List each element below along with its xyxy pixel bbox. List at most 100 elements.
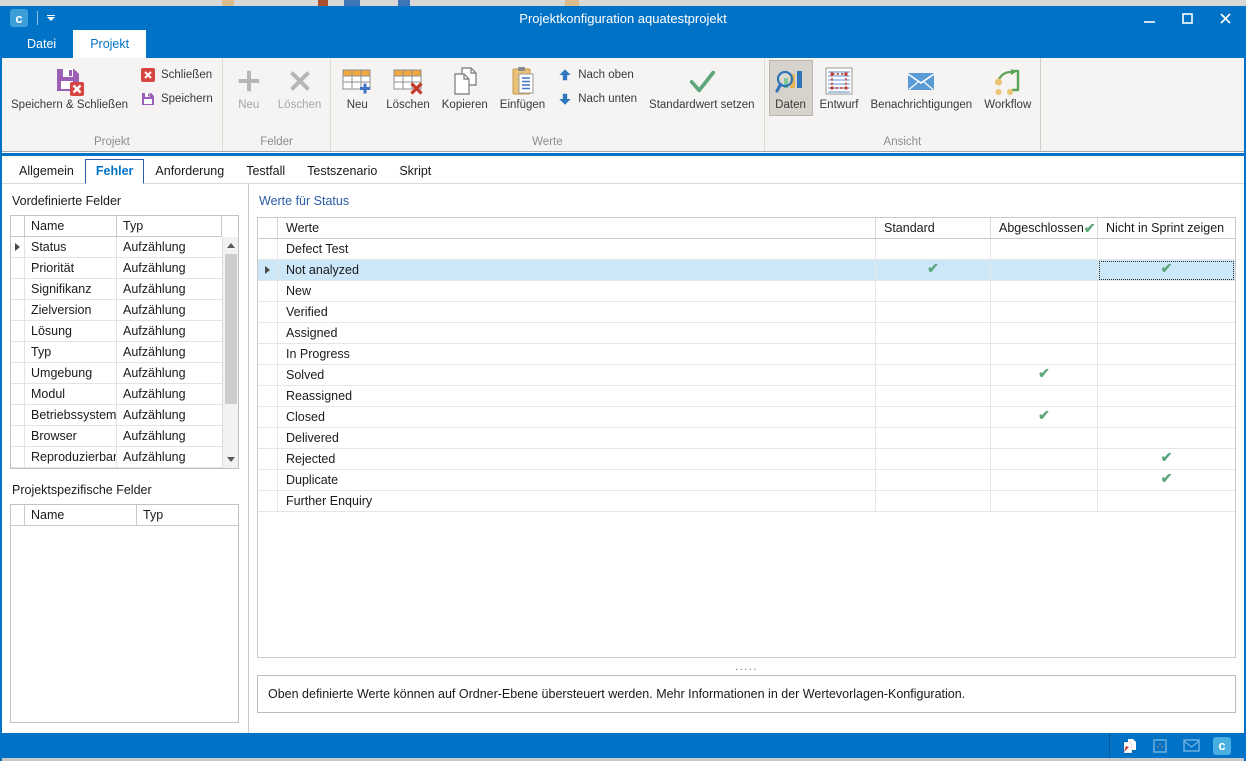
set-default-button[interactable]: Standardwert setzen xyxy=(644,60,759,116)
value-row[interactable]: In Progress xyxy=(258,344,1235,365)
standard-cell[interactable] xyxy=(876,449,991,470)
value-name-cell[interactable]: Further Enquiry xyxy=(278,491,876,512)
project-fields-empty-area[interactable] xyxy=(11,526,238,722)
nicht-in-sprint-cell[interactable] xyxy=(1098,344,1235,365)
field-typ-cell[interactable]: Aufzählung xyxy=(117,384,222,405)
value-name-cell[interactable]: Assigned xyxy=(278,323,876,344)
column-header-typ[interactable]: Typ xyxy=(117,216,222,237)
value-name-cell[interactable]: Reassigned xyxy=(278,386,876,407)
standard-cell[interactable] xyxy=(876,386,991,407)
field-name-cell[interactable]: Umgebung xyxy=(25,363,117,384)
status-envelope-icon[interactable] xyxy=(1182,737,1200,755)
field-typ-cell[interactable]: Aufzählung xyxy=(117,447,222,468)
abgeschlossen-cell[interactable] xyxy=(991,281,1098,302)
field-row[interactable]: TypAufzählung xyxy=(11,342,222,363)
save-project-button[interactable]: Speichern xyxy=(140,91,213,107)
abgeschlossen-cell[interactable] xyxy=(991,386,1098,407)
view-entwurf-button[interactable]: Entwurf xyxy=(815,60,864,116)
field-row[interactable]: BetriebssystemAufzählung xyxy=(11,405,222,426)
column-header-typ[interactable]: Typ xyxy=(137,505,238,526)
close-project-button[interactable]: Schließen xyxy=(140,67,213,83)
nicht-in-sprint-cell[interactable]: ✔ xyxy=(1098,449,1235,470)
field-row[interactable]: StatusAufzählung xyxy=(11,237,222,258)
abgeschlossen-cell[interactable]: ✔ xyxy=(991,365,1098,386)
column-header-standard[interactable]: Standard xyxy=(876,218,991,239)
value-row[interactable]: Duplicate✔ xyxy=(258,470,1235,491)
view-daten-button[interactable]: Daten xyxy=(769,60,813,116)
field-typ-cell[interactable]: Aufzählung xyxy=(117,300,222,321)
status-copy-pages-icon[interactable] xyxy=(1120,737,1138,755)
value-name-cell[interactable]: Delivered xyxy=(278,428,876,449)
field-name-cell[interactable]: Zielversion xyxy=(25,300,117,321)
view-notifications-button[interactable]: Benachrichtigungen xyxy=(866,60,978,116)
field-row[interactable]: ModulAufzählung xyxy=(11,384,222,405)
column-header-werte[interactable]: Werte xyxy=(278,218,876,239)
value-new-button[interactable]: Neu xyxy=(335,60,379,116)
field-row[interactable]: ZielversionAufzählung xyxy=(11,300,222,321)
view-workflow-button[interactable]: Workflow xyxy=(979,60,1036,116)
standard-cell[interactable] xyxy=(876,323,991,344)
standard-cell[interactable] xyxy=(876,470,991,491)
value-row[interactable]: Reassigned xyxy=(258,386,1235,407)
nicht-in-sprint-cell[interactable] xyxy=(1098,386,1235,407)
value-row[interactable]: Verified xyxy=(258,302,1235,323)
abgeschlossen-cell[interactable] xyxy=(991,470,1098,491)
nicht-in-sprint-cell[interactable] xyxy=(1098,491,1235,512)
value-row[interactable]: New xyxy=(258,281,1235,302)
abgeschlossen-cell[interactable] xyxy=(991,239,1098,260)
move-down-button[interactable]: Nach unten xyxy=(557,91,637,107)
column-header-abgeschlossen[interactable]: Abgeschlossen ✔ xyxy=(991,218,1098,239)
value-name-cell[interactable]: Verified xyxy=(278,302,876,323)
field-typ-cell[interactable]: Aufzählung xyxy=(117,321,222,342)
nicht-in-sprint-cell[interactable] xyxy=(1098,428,1235,449)
field-row[interactable]: PrioritätAufzählung xyxy=(11,258,222,279)
value-name-cell[interactable]: Defect Test xyxy=(278,239,876,260)
value-row[interactable]: Defect Test xyxy=(258,239,1235,260)
value-row[interactable]: Rejected✔ xyxy=(258,449,1235,470)
panel-splitter-handle[interactable]: ..... xyxy=(257,658,1236,675)
field-name-cell[interactable]: Browser xyxy=(25,426,117,447)
nicht-in-sprint-cell[interactable] xyxy=(1098,407,1235,428)
field-name-cell[interactable]: Reproduzierbar... xyxy=(25,447,117,468)
abgeschlossen-cell[interactable]: ✔ xyxy=(991,407,1098,428)
nicht-in-sprint-cell[interactable]: ✔ xyxy=(1098,470,1235,491)
standard-cell[interactable] xyxy=(876,281,991,302)
move-up-button[interactable]: Nach oben xyxy=(557,67,637,83)
standard-cell[interactable]: ✔ xyxy=(876,260,991,281)
abgeschlossen-cell[interactable] xyxy=(991,260,1098,281)
field-name-cell[interactable]: Typ xyxy=(25,342,117,363)
abgeschlossen-cell[interactable] xyxy=(991,344,1098,365)
status-app-logo-icon[interactable]: c xyxy=(1213,737,1231,755)
field-name-cell[interactable]: Status xyxy=(25,237,117,258)
abgeschlossen-cell[interactable] xyxy=(991,449,1098,470)
ribbon-tab-projekt[interactable]: Projekt xyxy=(73,30,146,58)
nicht-in-sprint-cell[interactable] xyxy=(1098,323,1235,344)
field-typ-cell[interactable]: Aufzählung xyxy=(117,237,222,258)
customize-quick-access-icon[interactable] xyxy=(47,15,55,22)
value-row[interactable]: Closed ✔ xyxy=(258,407,1235,428)
value-row[interactable]: Delivered xyxy=(258,428,1235,449)
close-button[interactable] xyxy=(1206,6,1244,30)
scroll-up-icon[interactable] xyxy=(227,243,235,248)
value-row[interactable]: Solved ✔ xyxy=(258,365,1235,386)
abgeschlossen-cell[interactable] xyxy=(991,323,1098,344)
value-name-cell[interactable]: New xyxy=(278,281,876,302)
value-row[interactable]: Further Enquiry xyxy=(258,491,1235,512)
value-name-cell[interactable]: Closed xyxy=(278,407,876,428)
standard-cell[interactable] xyxy=(876,428,991,449)
field-row[interactable]: LösungAufzählung xyxy=(11,321,222,342)
tab-fehler[interactable]: Fehler xyxy=(85,159,145,184)
tab-testfall[interactable]: Testfall xyxy=(235,159,296,184)
column-header-nicht-in-sprint[interactable]: Nicht in Sprint zeigen xyxy=(1098,218,1235,239)
field-typ-cell[interactable]: Aufzählung xyxy=(117,405,222,426)
save-and-close-button[interactable]: Speichern & Schließen xyxy=(6,60,133,116)
field-name-cell[interactable]: Signifikanz xyxy=(25,279,117,300)
field-row[interactable]: UmgebungAufzählung xyxy=(11,363,222,384)
value-name-cell[interactable]: Solved xyxy=(278,365,876,386)
standard-cell[interactable] xyxy=(876,239,991,260)
nicht-in-sprint-cell[interactable]: ✔ xyxy=(1098,260,1235,281)
field-typ-cell[interactable]: Aufzählung xyxy=(117,258,222,279)
values-table-empty-area[interactable] xyxy=(258,512,1235,657)
scrollbar-thumb[interactable] xyxy=(225,254,237,404)
standard-cell[interactable] xyxy=(876,491,991,512)
